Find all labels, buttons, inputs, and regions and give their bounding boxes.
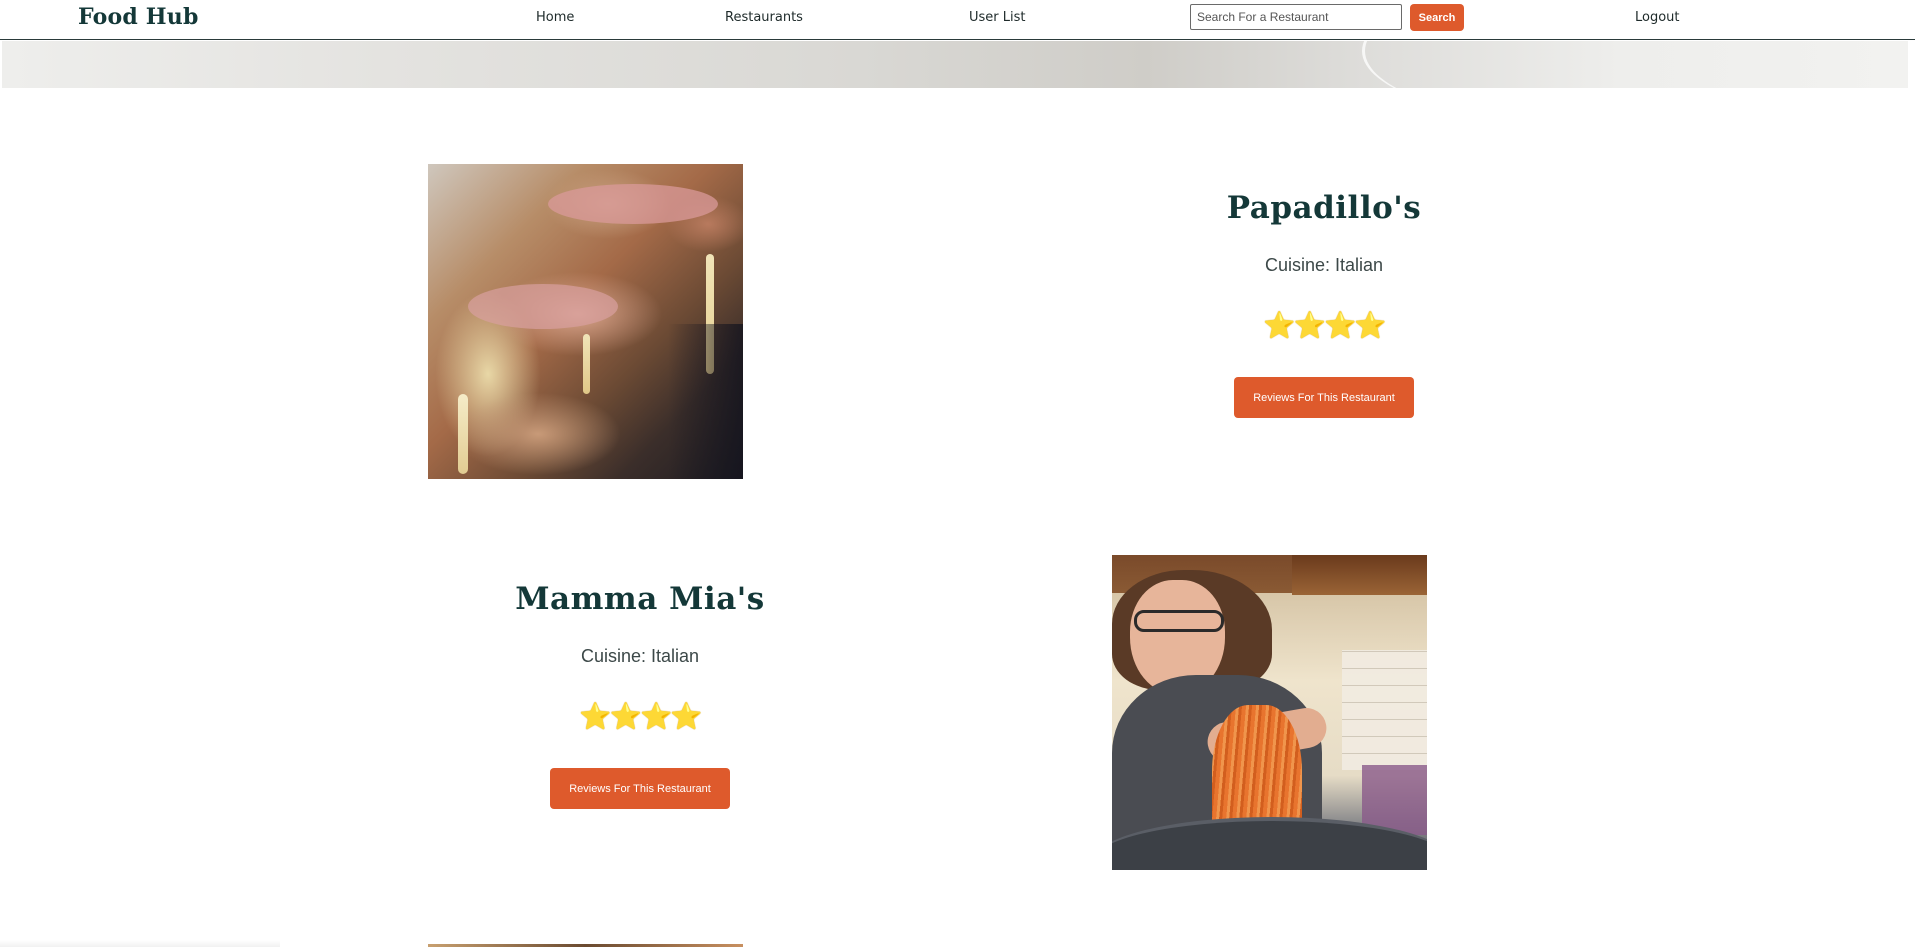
star-icon: ⭐⭐⭐⭐ [579,701,702,731]
restaurant-cuisine: Cuisine: Italian [1144,255,1504,276]
cuisine-label: Cuisine: [1264,255,1330,275]
reviews-button[interactable]: Reviews For This Restaurant [1234,377,1414,418]
top-navbar: Food Hub Home Restaurants User List Sear… [0,0,1915,40]
cuisine-value: Italian [1335,255,1384,275]
restaurant-photo-papadillos [428,164,743,479]
search-button[interactable]: Search [1410,4,1464,31]
restaurant-name: Mamma Mia's [515,581,765,617]
restaurant-name: Papadillo's [1226,190,1422,226]
cuisine-value: Italian [651,646,700,666]
nav-link-user-list[interactable]: User List [969,10,1026,25]
rating-stars: ⭐⭐⭐⭐ [460,703,820,729]
reviews-button[interactable]: Reviews For This Restaurant [550,768,730,809]
nav-link-home[interactable]: Home [536,10,574,25]
brand-logo[interactable]: Food Hub [78,4,199,30]
search-input[interactable] [1190,4,1402,30]
star-icon: ⭐⭐⭐⭐ [1263,310,1386,340]
nav-link-restaurants[interactable]: Restaurants [725,10,803,25]
restaurant-cuisine: Cuisine: Italian [460,646,820,667]
rating-stars: ⭐⭐⭐⭐ [1144,312,1504,338]
restaurant-photo-mamma-mias [1112,555,1427,870]
nav-link-logout[interactable]: Logout [1635,10,1680,25]
hero-banner-image [2,41,1908,88]
cuisine-label: Cuisine: [580,646,646,666]
